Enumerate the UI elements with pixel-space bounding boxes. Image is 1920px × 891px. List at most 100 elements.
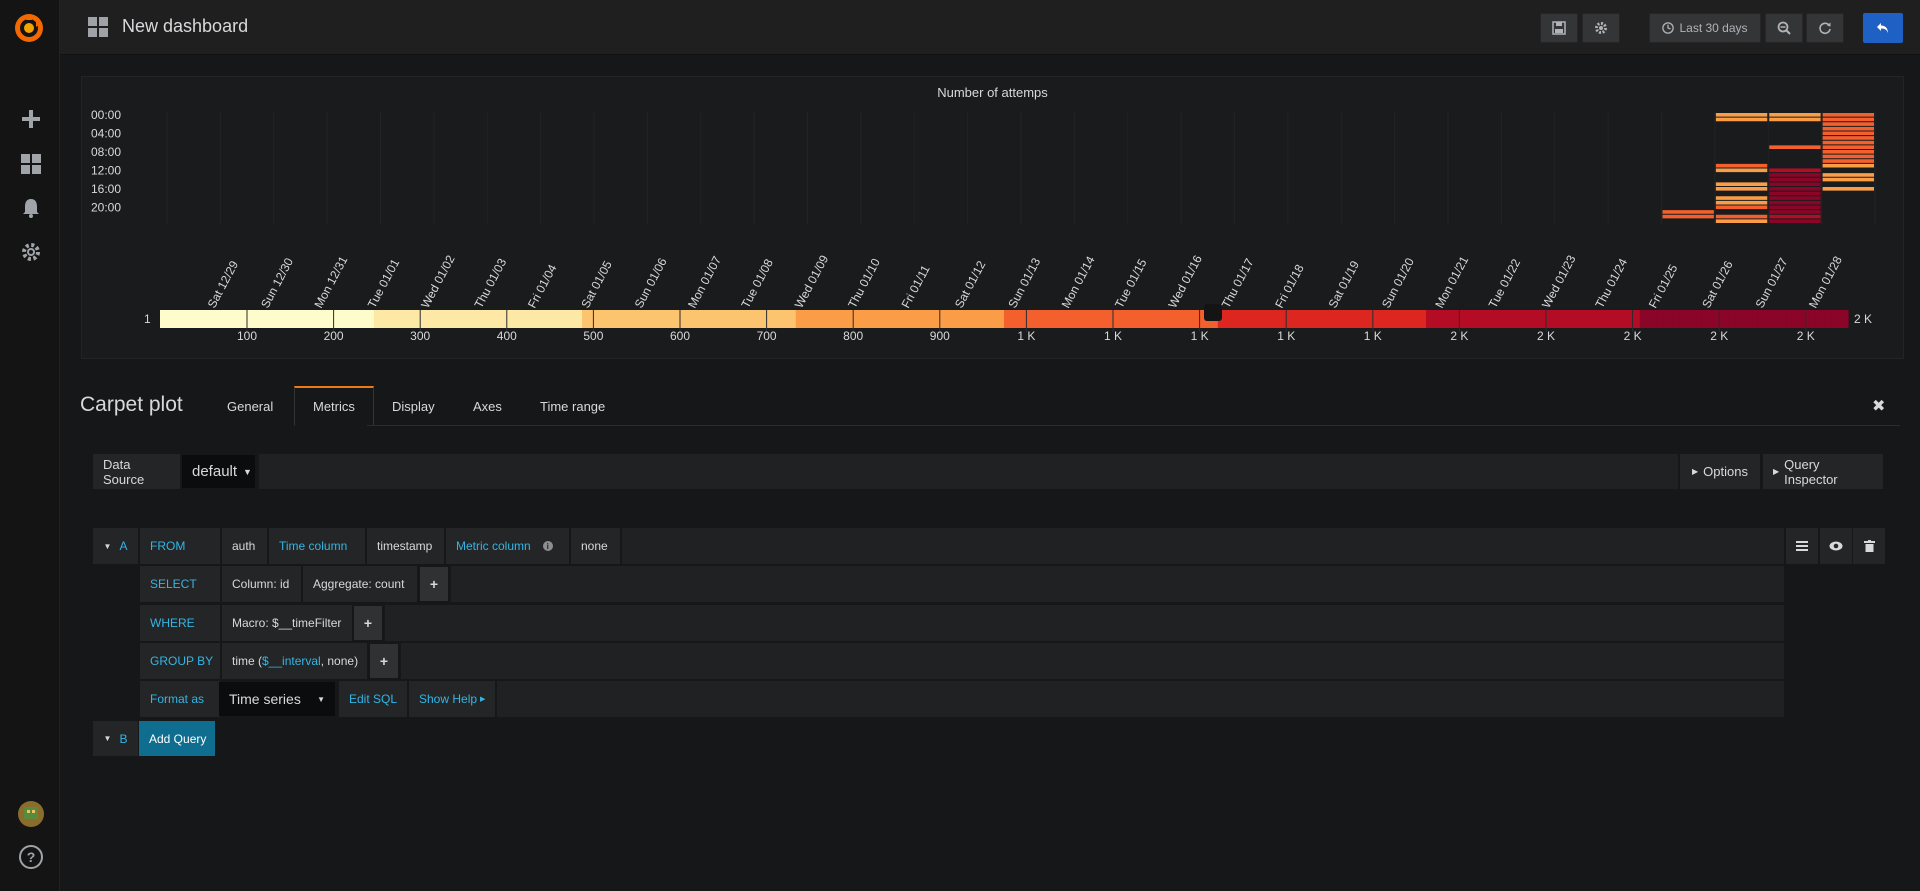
tab-axes[interactable]: Axes xyxy=(455,386,520,426)
zoom-out-button[interactable] xyxy=(1765,13,1803,43)
dashboard-grid-icon xyxy=(88,17,108,37)
tab-time-range[interactable]: Time range xyxy=(522,386,623,426)
options-toggle[interactable]: ▶ Options xyxy=(1680,454,1760,489)
datasource-select[interactable]: default ▼ xyxy=(182,455,255,488)
select-aggregate[interactable]: Aggregate: count xyxy=(303,566,417,602)
time-column-value[interactable]: timestamp xyxy=(367,528,444,564)
show-help-link[interactable]: Show Help ▶ xyxy=(409,681,495,717)
info-icon[interactable]: i xyxy=(542,541,553,551)
legend-color-segment xyxy=(1380,310,1388,328)
legend-color-segment xyxy=(1442,310,1450,328)
format-as-select[interactable]: Time series ▼ xyxy=(219,682,335,716)
legend-color-segment xyxy=(1808,310,1815,328)
tab-display[interactable]: Display xyxy=(374,386,453,426)
legend-color-segment xyxy=(638,310,645,328)
legend-color-segment xyxy=(745,310,752,328)
back-to-dashboard-button[interactable] xyxy=(1863,13,1903,43)
edit-sql-link[interactable]: Edit SQL xyxy=(339,681,407,717)
legend-color-segment xyxy=(1223,310,1230,328)
x-tick-label: Sun 01/27 xyxy=(1753,255,1791,310)
add-where-button[interactable]: + xyxy=(354,606,382,640)
legend-color-segment xyxy=(210,310,217,328)
heatmap-cell xyxy=(1769,196,1821,200)
dashboard-settings-button[interactable] xyxy=(1582,13,1620,43)
legend-color-segment xyxy=(677,310,684,328)
dashboards-icon[interactable] xyxy=(20,153,42,175)
legend-color-segment xyxy=(750,310,758,328)
x-tick-label: Mon 01/07 xyxy=(685,253,724,310)
legend-color-segment xyxy=(1651,310,1658,328)
add-group-by-button[interactable]: + xyxy=(370,644,398,678)
legend-color-segment xyxy=(868,310,876,328)
heatmap-cell xyxy=(1822,159,1874,163)
datasource-label: Data Source xyxy=(93,454,180,489)
legend-color-segment xyxy=(1696,310,1703,328)
close-editor-icon[interactable]: ✖ xyxy=(1872,396,1885,416)
from-table[interactable]: auth xyxy=(222,528,267,564)
legend-color-segment xyxy=(992,310,999,328)
grafana-logo-icon[interactable] xyxy=(12,11,46,45)
legend-color-segment xyxy=(1060,310,1067,328)
legend-color-segment xyxy=(947,310,954,328)
legend-color-segment xyxy=(1448,310,1455,328)
y-tick-label: 20:00 xyxy=(91,201,121,215)
refresh-button[interactable] xyxy=(1806,13,1844,43)
side-menu: ? xyxy=(0,0,60,891)
user-avatar[interactable] xyxy=(18,801,44,827)
legend-tick-label: 1 K xyxy=(1277,329,1295,343)
metric-column-value[interactable]: none xyxy=(571,528,620,564)
toggle-query-visibility-button[interactable] xyxy=(1820,528,1852,564)
save-dashboard-button[interactable] xyxy=(1540,13,1578,43)
configuration-gear-icon[interactable] xyxy=(20,241,42,263)
legend-color-segment xyxy=(458,310,465,328)
heatmap-cell xyxy=(1769,214,1821,219)
tab-metrics[interactable]: Metrics xyxy=(294,386,374,426)
alerting-bell-icon[interactable] xyxy=(20,197,42,219)
heatmap-panel: Number of attemps 00:00 04:00 08:00 12:00 16… xyxy=(81,76,1904,359)
query-a-ref: A xyxy=(119,539,128,553)
legend-tick-label: 400 xyxy=(497,329,517,343)
legend-color-segment xyxy=(1673,310,1680,328)
add-query-button[interactable]: Add Query xyxy=(139,721,215,756)
delete-query-button[interactable] xyxy=(1853,528,1885,564)
where-macro[interactable]: Macro: $__timeFilter xyxy=(222,605,352,641)
legend-color-segment xyxy=(430,310,437,328)
query-b-collapse[interactable]: ▼ B xyxy=(93,721,138,756)
legend-color-segment xyxy=(1791,310,1798,328)
legend-color-segment xyxy=(728,310,735,328)
add-select-button[interactable]: + xyxy=(420,567,448,601)
group-by-time[interactable]: time ($__interval, none) xyxy=(222,643,367,679)
time-picker-button[interactable]: Last 30 days xyxy=(1649,13,1761,43)
heatmap-cell xyxy=(1715,182,1768,186)
heatmap-cell xyxy=(1769,168,1821,173)
legend-color-segment xyxy=(548,310,555,328)
legend-color-segment xyxy=(1538,310,1545,328)
legend-color-segment xyxy=(885,310,893,328)
heatmap-cell xyxy=(1822,177,1874,182)
legend-color-segment xyxy=(711,310,718,328)
legend-color-segment xyxy=(655,310,662,328)
create-plus-icon[interactable] xyxy=(20,108,42,130)
legend-tick-label: 2 K xyxy=(1710,329,1728,343)
help-icon[interactable]: ? xyxy=(19,845,43,869)
heatmap-cell xyxy=(1822,140,1874,145)
x-tick-label: Sun 12/30 xyxy=(258,255,296,310)
legend-color-segment xyxy=(987,310,994,328)
legend-color-segment xyxy=(373,310,381,328)
heatmap-cell xyxy=(1769,187,1821,191)
legend-color-segment xyxy=(1155,310,1163,328)
legend-color-segment xyxy=(1527,310,1534,328)
legend-color-segment xyxy=(469,310,476,328)
heatmap-cell xyxy=(1769,210,1821,214)
legend-color-segment xyxy=(1667,310,1675,328)
query-inspector-toggle[interactable]: ▶ Query Inspector xyxy=(1763,454,1883,489)
tab-general[interactable]: General xyxy=(209,386,291,426)
legend-color-segment xyxy=(1544,310,1551,328)
query-a-collapse[interactable]: ▼ A xyxy=(93,528,138,564)
legend-color-segment xyxy=(1229,310,1236,328)
legend-color-segment xyxy=(1645,310,1652,328)
legend-tick-label: 1 K xyxy=(1104,329,1122,343)
select-column[interactable]: Column: id xyxy=(222,566,301,602)
query-menu-button[interactable] xyxy=(1786,528,1818,564)
dashboard-title[interactable]: New dashboard xyxy=(122,16,248,37)
